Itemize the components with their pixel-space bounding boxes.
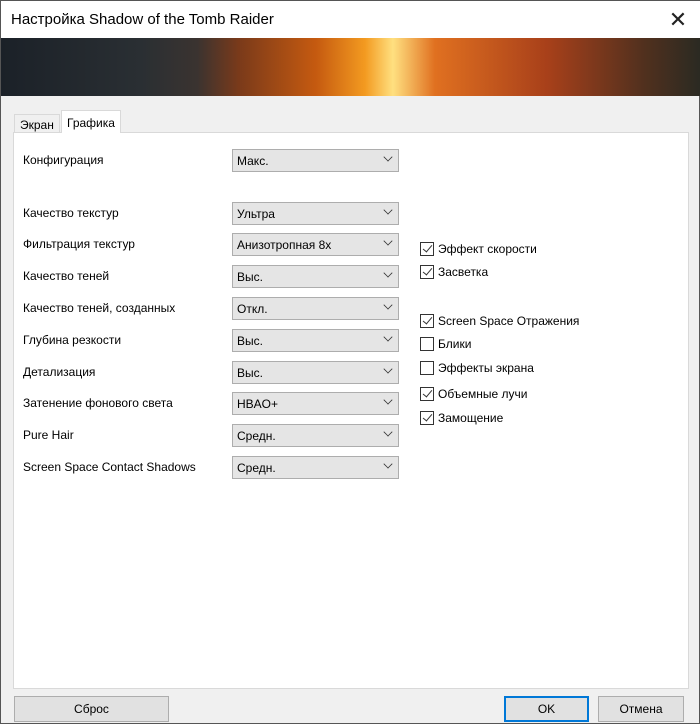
setting-select[interactable]: Выс. — [232, 329, 399, 352]
checkbox-icon[interactable] — [420, 337, 434, 351]
checkbox-icon[interactable] — [420, 242, 434, 256]
option-checkbox[interactable]: Объемные лучи — [420, 387, 527, 401]
chevron-down-icon — [383, 364, 393, 374]
checkbox-label: Объемные лучи — [438, 387, 528, 401]
ok-button[interactable]: OK — [504, 696, 589, 722]
checkbox-icon[interactable] — [420, 387, 434, 401]
tab-graphics[interactable]: Графика — [61, 110, 121, 133]
setting-label: Качество теней, созданных — [23, 301, 176, 315]
setting-value: Средн. — [237, 429, 276, 443]
option-checkbox[interactable]: Эффекты экрана — [420, 361, 534, 375]
setting-select[interactable]: Выс. — [232, 265, 399, 288]
chevron-down-icon — [383, 427, 393, 437]
setting-select[interactable]: Средн. — [232, 424, 399, 447]
option-checkbox[interactable]: Screen Space Отражения — [420, 314, 579, 328]
option-checkbox[interactable]: Засветка — [420, 265, 488, 279]
setting-value: Выс. — [237, 366, 263, 380]
checkbox-icon[interactable] — [420, 361, 434, 375]
close-icon[interactable]: ✕ — [655, 1, 700, 38]
checkbox-icon[interactable] — [420, 314, 434, 328]
setting-value: Ультра — [237, 207, 275, 221]
chevron-down-icon — [383, 300, 393, 310]
option-checkbox[interactable]: Блики — [420, 337, 471, 351]
setting-select[interactable]: HBAO+ — [232, 392, 399, 415]
setting-label: Качество текстур — [23, 206, 119, 220]
setting-label: Screen Space Contact Shadows — [23, 460, 196, 474]
setting-select[interactable]: Откл. — [232, 297, 399, 320]
setting-label: Детализация — [23, 365, 96, 379]
chevron-down-icon — [383, 268, 393, 278]
setting-select[interactable]: Анизотропная 8x — [232, 233, 399, 256]
setting-label: Качество теней — [23, 269, 110, 283]
cancel-button[interactable]: Отмена — [598, 696, 684, 722]
checkbox-label: Эффект скорости — [438, 242, 537, 256]
setting-select[interactable]: Выс. — [232, 361, 399, 384]
chevron-down-icon — [383, 205, 393, 215]
setting-label: Затенение фонового света — [23, 396, 173, 410]
chevron-down-icon — [383, 152, 393, 162]
game-banner-image — [1, 38, 700, 96]
checkbox-label: Замощение — [438, 411, 504, 425]
title-bar: Настройка Shadow of the Tomb Raider ✕ — [1, 1, 700, 38]
setting-select[interactable]: Ультра — [232, 202, 399, 225]
setting-label: Pure Hair — [23, 428, 74, 442]
checkbox-label: Screen Space Отражения — [438, 314, 580, 328]
chevron-down-icon — [383, 395, 393, 405]
checkbox-label: Блики — [438, 337, 472, 351]
setting-label: Глубина резкости — [23, 333, 122, 347]
config-select[interactable]: Макс. — [232, 149, 399, 172]
setting-value: Выс. — [237, 334, 263, 348]
checkbox-icon[interactable] — [420, 265, 434, 279]
setting-value: Откл. — [237, 302, 268, 316]
checkbox-label: Засветка — [438, 265, 489, 279]
chevron-down-icon — [383, 236, 393, 246]
setting-value: HBAO+ — [237, 397, 279, 411]
config-value: Макс. — [237, 154, 269, 168]
config-label: Конфигурация — [23, 153, 104, 167]
window-title: Настройка Shadow of the Tomb Raider — [11, 11, 274, 28]
setting-value: Средн. — [237, 461, 276, 475]
reset-button[interactable]: Сброс — [14, 696, 169, 722]
setting-label: Фильтрация текстур — [23, 237, 135, 251]
option-checkbox[interactable]: Эффект скорости — [420, 242, 537, 256]
setting-value: Выс. — [237, 270, 263, 284]
tab-screen[interactable]: Экран — [14, 114, 60, 133]
chevron-down-icon — [383, 332, 393, 342]
setting-value: Анизотропная 8x — [237, 238, 332, 252]
checkbox-icon[interactable] — [420, 411, 434, 425]
chevron-down-icon — [383, 459, 393, 469]
setting-select[interactable]: Средн. — [232, 456, 399, 479]
option-checkbox[interactable]: Замощение — [420, 411, 503, 425]
checkbox-label: Эффекты экрана — [438, 361, 534, 375]
